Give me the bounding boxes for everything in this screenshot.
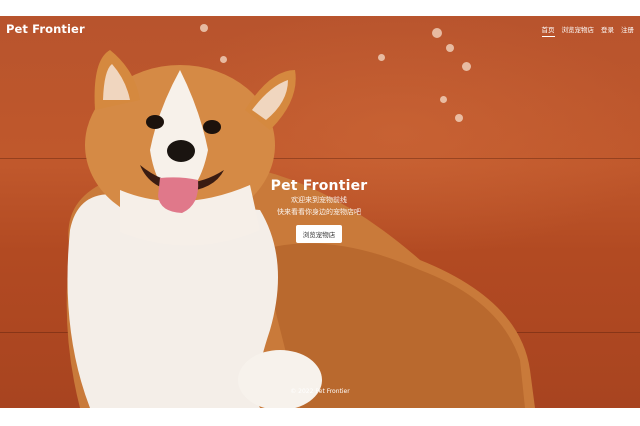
nav-link-login[interactable]: 登录 [601, 24, 614, 37]
hero-subtitle-line2: 快来看看你身边的宠物店吧 [277, 208, 361, 216]
nav-menu: 首页 浏览宠物店 登录 注册 [541, 24, 634, 37]
navbar: Pet Frontier 首页 浏览宠物店 登录 注册 [0, 16, 640, 44]
footer-copyright: © 2022 Pet Frontier [290, 388, 350, 395]
hero-content: Pet Frontier 欢迎来到宠物前线 快来看看你身边的宠物店吧 浏览宠物店 [246, 178, 392, 243]
nav-link-browse-shops[interactable]: 浏览宠物店 [562, 24, 595, 37]
blossom [455, 114, 463, 122]
blossom [220, 56, 227, 63]
hero-subtitle-line1: 欢迎来到宠物前线 [291, 196, 347, 204]
blossom [378, 54, 385, 61]
blossom [440, 96, 447, 103]
browse-shops-button[interactable]: 浏览宠物店 [295, 225, 343, 243]
blossom [446, 44, 454, 52]
nav-link-home[interactable]: 首页 [541, 24, 555, 37]
hero-title: Pet Frontier [270, 178, 368, 194]
blossom [462, 62, 471, 71]
brand-logo[interactable]: Pet Frontier [6, 22, 85, 36]
nav-link-register[interactable]: 注册 [621, 24, 634, 37]
